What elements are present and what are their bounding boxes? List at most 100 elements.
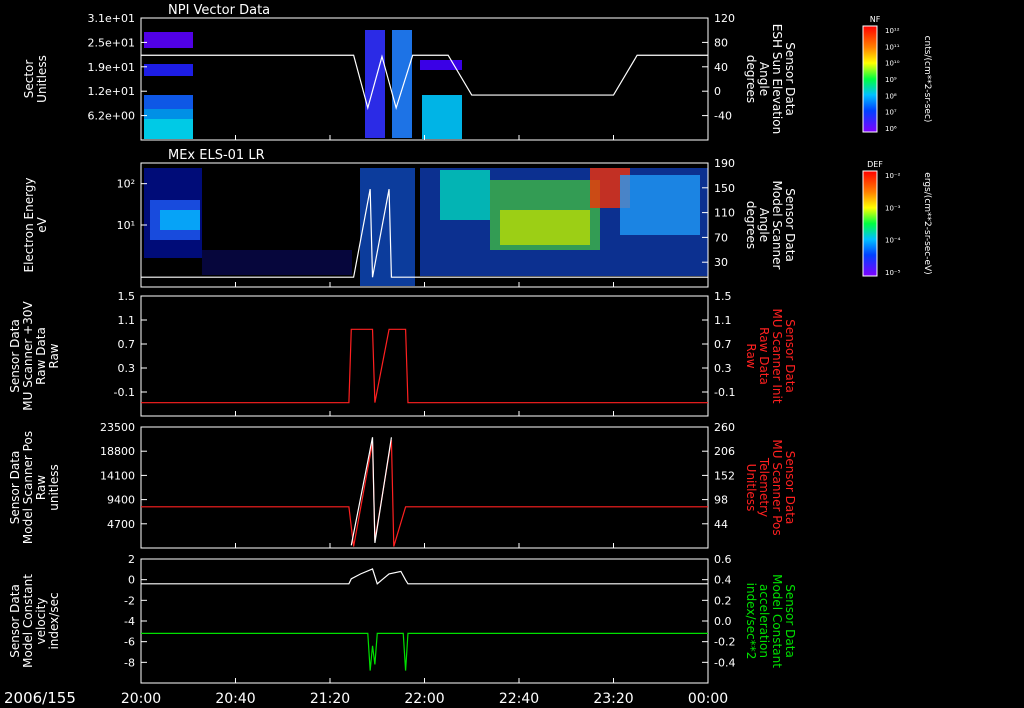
right-axis-label: Sensor DataModel Constantaccelerationind… (744, 574, 797, 668)
heatmap-block (392, 30, 412, 138)
colorbar-tick-label: 10⁶ (885, 125, 897, 133)
left-axis-label-line: eV (35, 216, 49, 232)
left-axis-label: Sensor DataModel Constantvelocityindex/s… (8, 574, 61, 668)
left-axis-label-line: Sensor Data (8, 451, 22, 525)
right-tick-label: 0.3 (714, 362, 732, 375)
panel-title: NPI Vector Data (168, 3, 270, 18)
right-tick-label: 120 (714, 12, 735, 25)
right-axis-label-line: Raw Data (757, 327, 771, 385)
left-tick-label: 2 (128, 553, 135, 566)
panel-1: NPI Vector Data 3.1e+01 2.5e+01 1.9e+01 1.2e… (22, 3, 797, 141)
right-axis-label: Sensor DataMU Scanner InitRaw DataRaw (744, 308, 797, 403)
heatmap-block (144, 95, 193, 109)
left-tick-label: -0.1 (114, 386, 135, 399)
right-tick-label: 1.5 (714, 290, 732, 303)
heatmap-block (620, 175, 700, 235)
right-axis-label-line: Angle (757, 62, 771, 96)
right-tick-label: -0.2 (714, 636, 735, 649)
panel-4: 23500 18800 14100 9400 4700 260 206 152 98 44 Sens… (8, 421, 797, 549)
right-axis-label-line: degrees (744, 55, 758, 103)
colorbar-tick-label: 10¹² (885, 27, 900, 35)
left-tick-label: 1.1 (118, 314, 136, 327)
right-tick-label: 0.7 (714, 338, 732, 351)
left-axis-label: Sensor DataModel Scanner PosRawunitless (8, 431, 61, 544)
left-tick-label: 0 (128, 574, 135, 587)
left-tick-label: 10² (117, 178, 135, 191)
panel-frame (140, 558, 709, 684)
left-axis-label: Electron EnergyeV (22, 177, 49, 272)
left-tick-label: 18800 (100, 445, 135, 458)
right-tick-label: 0 (714, 85, 721, 98)
colorbar-2: DEF10⁻² 10⁻³ 10⁻⁴ 10⁻⁵ ergs/(cm**2-sr-sec-eV… (862, 160, 932, 277)
colorbar-gradient (862, 170, 878, 277)
left-axis-label-line: Sector (22, 60, 36, 99)
left-axis-label: Sensor DataMU Scanner +30VRaw DataRaw (8, 301, 61, 411)
x-tick-label: 21:20 (310, 691, 350, 707)
heatmap-block (500, 210, 590, 245)
left-tick-label: 1.5 (118, 290, 136, 303)
heatmap-block (144, 109, 193, 119)
heatmap-block (144, 32, 193, 48)
left-axis-label-line: index/sec (47, 592, 61, 649)
right-axis-label-line: MU Scanner Init (770, 308, 784, 403)
right-tick-label: 150 (714, 182, 735, 195)
right-tick-label: -0.1 (714, 386, 735, 399)
colorbar-gradient (862, 25, 878, 133)
series-line-white (141, 568, 708, 585)
left-tick-label: 3.1e+01 (88, 12, 135, 25)
right-axis-label-line: Sensor Data (783, 42, 797, 116)
right-tick-label: 190 (714, 157, 735, 170)
right-axis-label-line: Model Constant (770, 574, 784, 668)
right-tick-label: 0.4 (714, 574, 732, 587)
right-axis-label: Sensor DataESH Sun ElevationAngledegrees (744, 24, 797, 134)
left-axis-label-line: Raw Data (34, 327, 48, 385)
left-axis-label-line: Model Constant (21, 574, 35, 668)
left-tick-label: 1.2e+01 (88, 85, 135, 98)
right-axis-label-line: index/sec**2 (744, 583, 758, 660)
x-tick-label: 23:20 (593, 691, 633, 707)
x-tick-label: 22:40 (499, 691, 539, 707)
right-tick-label: 0.2 (714, 594, 732, 607)
left-axis-label-line: Sensor Data (8, 319, 22, 393)
right-axis-label: Sensor DataMU Scanner PosTelemetryUnitle… (744, 439, 797, 535)
series-line-green (141, 632, 708, 671)
x-tick-label: 22:00 (404, 691, 444, 707)
left-tick-label: 0.7 (118, 338, 136, 351)
right-tick-label: 44 (714, 518, 728, 531)
colorbar-1: NF 10¹² 10¹¹ 10¹⁰ 10⁹ 10⁸ 10⁷ 10⁶ cnts/(cm**2-sr… (862, 15, 932, 133)
heatmap-block (160, 210, 200, 230)
right-axis-label-line: Sensor Data (783, 188, 797, 262)
right-tick-label: 110 (714, 207, 735, 220)
colorbar-tick-label: 10¹¹ (885, 43, 900, 51)
right-tick-label: 260 (714, 421, 735, 434)
right-axis-label-line: MU Scanner Pos (770, 439, 784, 535)
x-tick-label: 00:00 (688, 691, 728, 707)
colorbar-tick-label: 10⁻⁵ (885, 269, 901, 277)
colorbar-tick-label: 10⁹ (885, 76, 897, 84)
left-axis-label-line: Model Scanner Pos (21, 431, 35, 544)
right-axis-label-line: Sensor Data (783, 584, 797, 658)
heatmap-block (360, 168, 415, 286)
colorbar-tick-label: 10⁻⁴ (885, 237, 901, 245)
panel-3: 1.5 1.1 0.7 0.3 -0.1 1.5 1.1 0.7 0.3 -0.1 Sensor D… (8, 290, 797, 417)
panel-5: 2 0 -2 -4 -6 -8 0.6 0.4 0.2 0.0 -0.2 -0.4 Sensor Dat… (8, 553, 797, 684)
left-axis-label: SectorUnitless (22, 55, 49, 103)
panel-frame (140, 295, 709, 417)
right-axis-label-line: degrees (744, 201, 758, 249)
heatmap-fill (144, 168, 708, 286)
colorbar-tick-label: 10⁻² (885, 172, 901, 180)
right-tick-label: 80 (714, 36, 728, 49)
series-line-red (141, 439, 708, 547)
right-tick-label: 70 (714, 231, 728, 244)
x-tick-label: 20:00 (121, 691, 161, 707)
right-tick-label: 0.0 (714, 615, 732, 628)
left-tick-label: 2.5e+01 (88, 36, 135, 49)
colorbar-units: ergs/(cm**2-sr-sec-eV) (922, 172, 932, 274)
left-axis-label-line: Electron Energy (22, 177, 36, 272)
left-tick-label: -8 (124, 656, 135, 669)
right-axis-label-line: acceleration (757, 584, 771, 658)
right-axis-label-line: Model Scanner (770, 181, 784, 270)
colorbar-tick-label: 10⁻³ (885, 204, 901, 212)
right-axis-label-line: Unitless (744, 464, 758, 512)
right-tick-label: 206 (714, 445, 735, 458)
